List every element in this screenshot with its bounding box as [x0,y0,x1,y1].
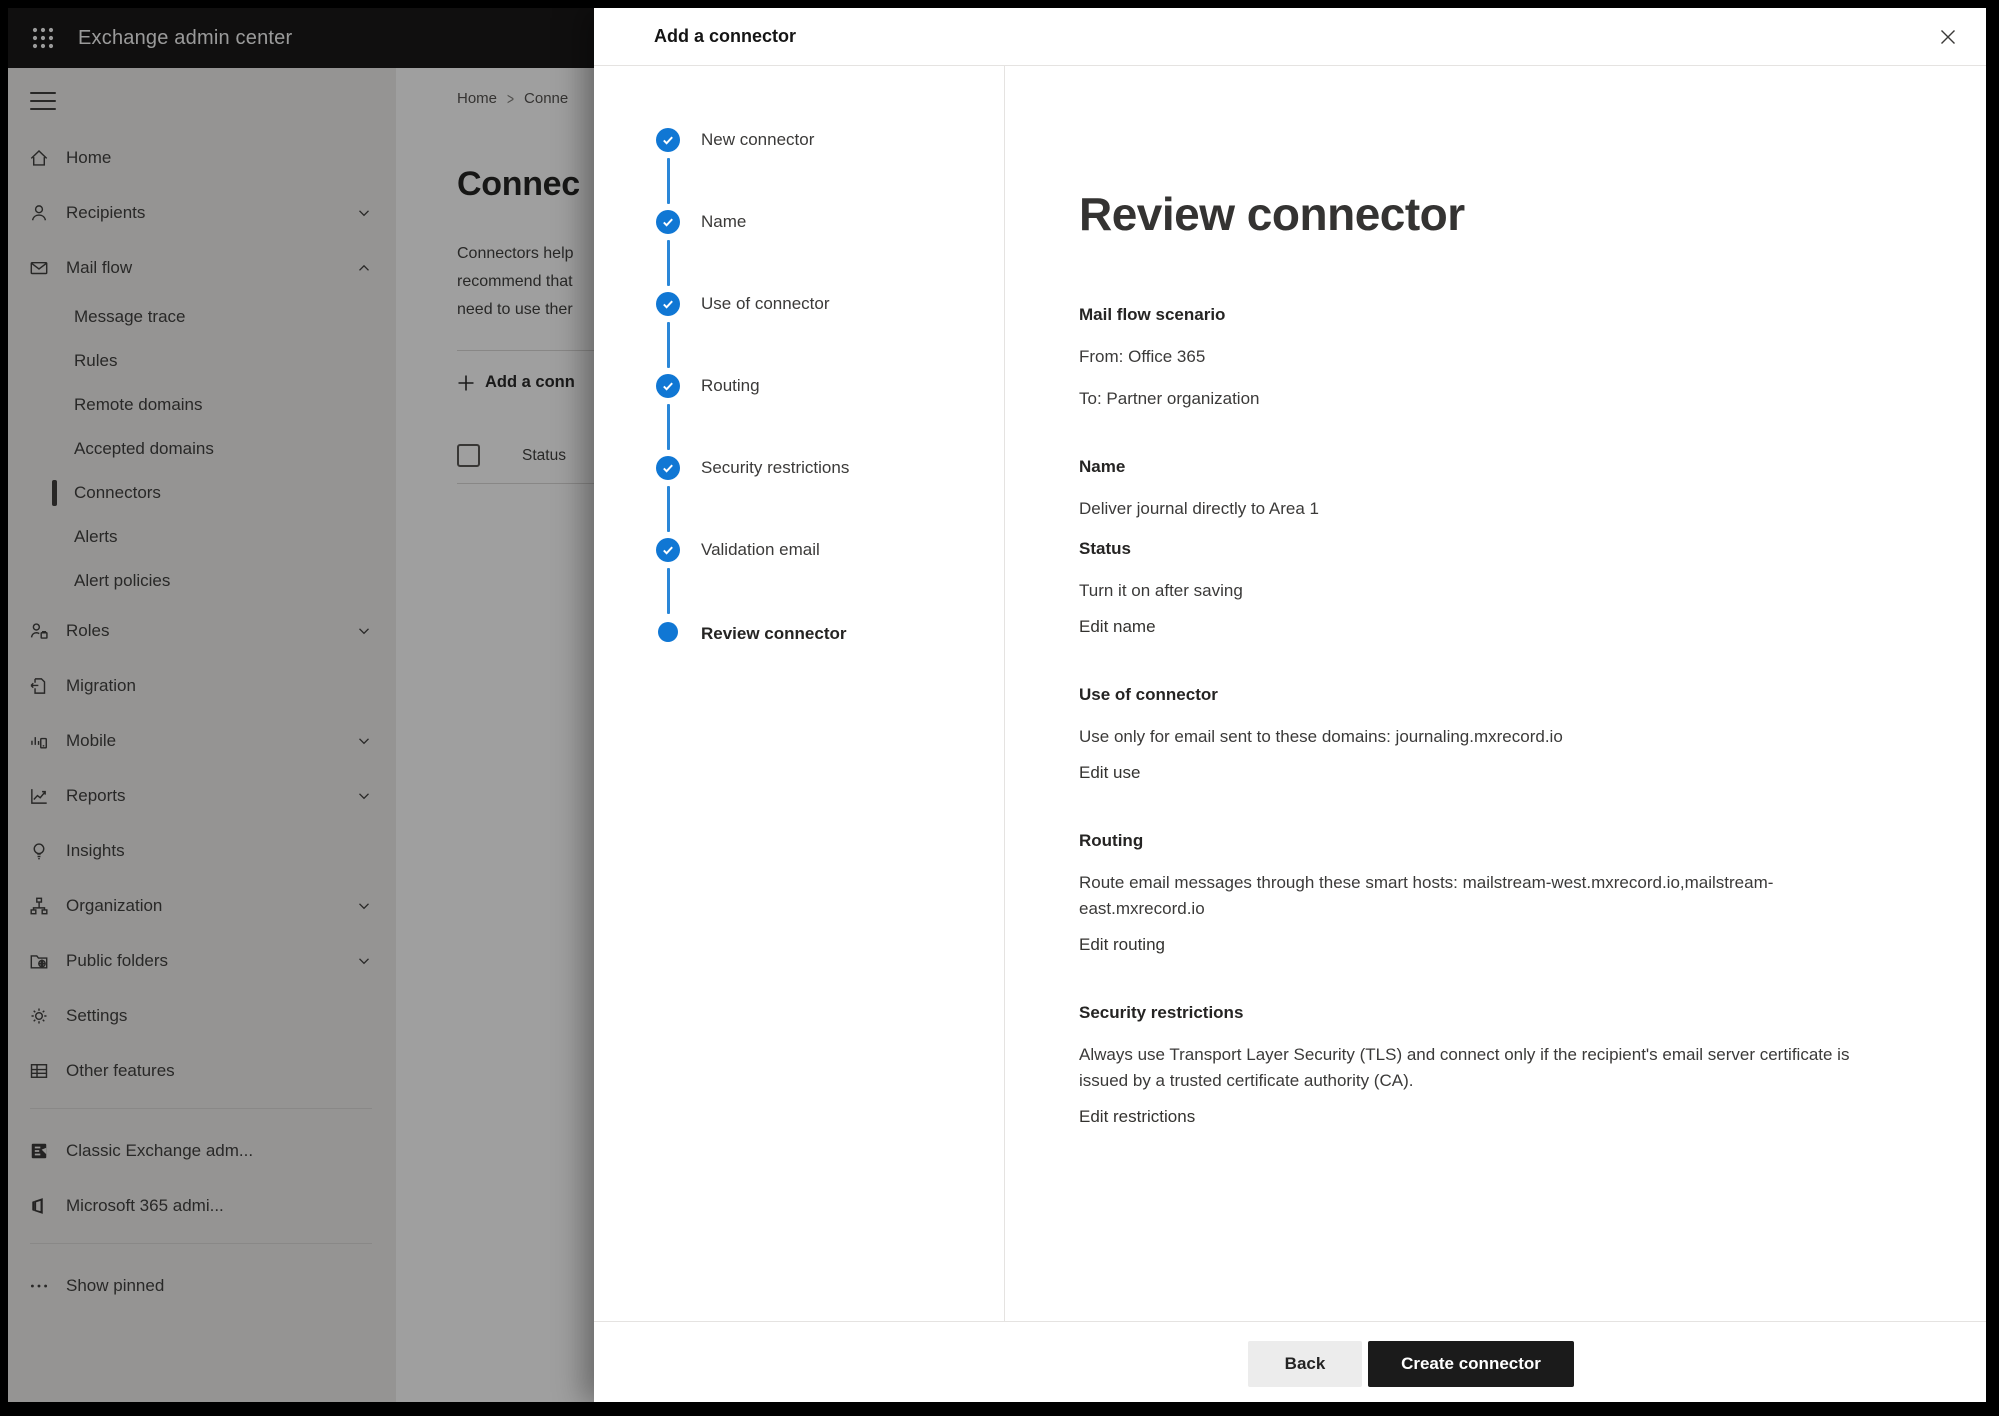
check-icon [661,543,675,557]
step-label: Name [701,210,746,234]
review-text-to-partner-organization: To: Partner organization [1079,386,1874,412]
review-section-title-mail-flow-scenario: Mail flow scenario [1079,302,1874,328]
step-review-connector[interactable]: Review connector [656,622,1004,704]
check-icon [661,133,675,147]
step-name[interactable]: Name [656,210,1004,292]
wizard-stepper: New connector Name Use of connector Routing… [594,66,1005,1321]
panel-body: New connector Name Use of connector Routing… [594,66,1986,1321]
add-connector-panel: Add a connector New connector Name Use of … [594,8,1986,1402]
review-content: Review connector Mail flow scenario From:… [1005,66,1986,1321]
review-blocks: Mail flow scenario From: Office 365 To: Pa… [1079,302,1874,1130]
check-icon [661,461,675,475]
review-section-title-status: Status [1079,536,1874,562]
check-icon [661,215,675,229]
step-use-of-connector[interactable]: Use of connector [656,292,1004,374]
review-edit-link-edit-use[interactable]: Edit use [1079,760,1874,786]
step-label: Use of connector [701,292,830,316]
step-label: New connector [701,128,814,152]
review-text-always-use-transport-layer-sec: Always use Transport Layer Security (TLS… [1079,1042,1874,1094]
panel-footer: Back Create connector [594,1321,1986,1402]
check-icon [661,379,675,393]
review-edit-link-edit-name[interactable]: Edit name [1079,614,1874,640]
check-icon [661,297,675,311]
close-icon [1938,27,1958,47]
review-edit-link-edit-restrictions[interactable]: Edit restrictions [1079,1104,1874,1130]
step-label: Review connector [701,622,847,646]
step-new-connector[interactable]: New connector [656,128,1004,210]
step-circle [656,538,680,562]
step-validation-email[interactable]: Validation email [656,538,1004,620]
step-circle [656,128,680,152]
step-security-restrictions[interactable]: Security restrictions [656,456,1004,538]
back-button[interactable]: Back [1248,1341,1362,1387]
review-text-from-office-365: From: Office 365 [1079,344,1874,370]
step-circle [656,210,680,234]
step-label: Routing [701,374,760,398]
panel-header: Add a connector [594,8,1986,66]
step-circle [656,292,680,316]
review-section-title-use-of-connector: Use of connector [1079,682,1874,708]
review-text-use-only-for-email-sent-to-the: Use only for email sent to these domains… [1079,724,1874,750]
review-section-title-security-restrictions: Security restrictions [1079,1000,1874,1026]
close-button[interactable] [1932,21,1964,53]
review-heading: Review connector [1079,186,1986,242]
review-text-deliver-journal-directly-to-ar: Deliver journal directly to Area 1 [1079,496,1874,522]
panel-title: Add a connector [654,26,796,47]
review-text-turn-it-on-after-saving: Turn it on after saving [1079,578,1874,604]
create-connector-button[interactable]: Create connector [1368,1341,1574,1387]
step-circle [656,374,680,398]
step-circle [656,456,680,480]
review-edit-link-edit-routing[interactable]: Edit routing [1079,932,1874,958]
step-label: Security restrictions [701,456,849,480]
review-text-route-email-messages-through-t: Route email messages through these smart… [1079,870,1874,922]
step-label: Validation email [701,538,820,562]
step-routing[interactable]: Routing [656,374,1004,456]
step-circle [658,622,678,642]
review-section-title-routing: Routing [1079,828,1874,854]
app-window: Exchange admin center HomeRecipientsMail… [8,8,1986,1402]
review-section-title-name: Name [1079,454,1874,480]
